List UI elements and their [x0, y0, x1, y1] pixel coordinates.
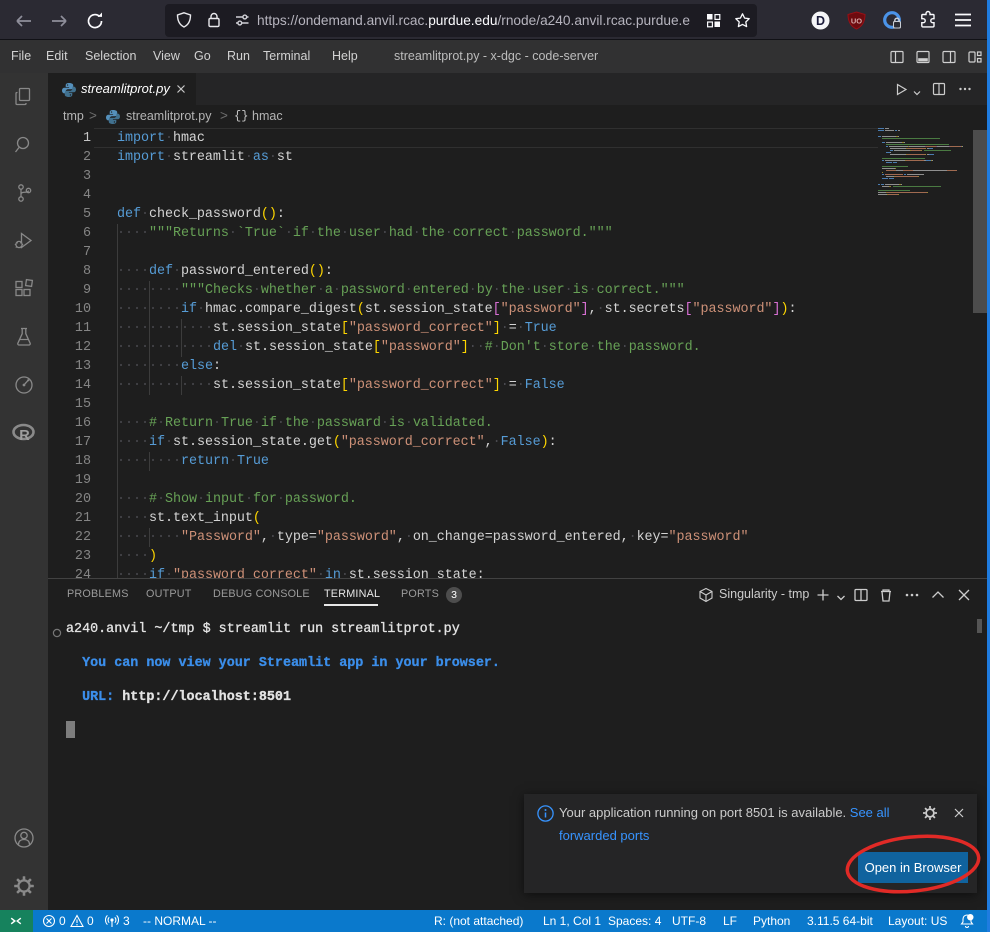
svg-text:UO: UO — [851, 17, 862, 26]
svg-text:D: D — [816, 14, 825, 28]
svg-text:R: R — [19, 428, 30, 444]
